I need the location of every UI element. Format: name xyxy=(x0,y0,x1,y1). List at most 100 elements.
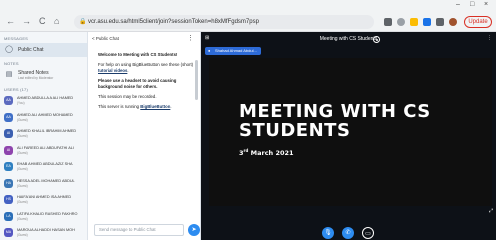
user-list-item[interactable]: MA MAROUA ALHADDI HASAN MOH (Guest) xyxy=(0,226,87,240)
microphone-icon: 🎙 xyxy=(324,230,332,236)
user-list-item[interactable]: HS HAIFA'ANI AHMED ISA AHMED (Guest) xyxy=(0,193,87,210)
user-info: HESSA ADEL MOHAMED ABDUL (Guest) xyxy=(17,177,87,189)
user-info: EHAB AHMED ABDULAZIZ SHA (Guest) xyxy=(17,160,87,172)
share-screen-button[interactable]: ▭ xyxy=(362,227,374,239)
meeting-area: ⊞ Meeting with CS Students ⋮ ● Shahad Ah… xyxy=(201,32,496,240)
user-list-item[interactable]: AI ALI FAREED ALI ABDUFATHI ALI (Guest) xyxy=(0,144,87,161)
send-button[interactable]: ➤ xyxy=(188,224,200,236)
messages-section-title: MESSAGES xyxy=(4,36,29,41)
slide-date: 3rd March 2021 xyxy=(239,148,294,157)
send-icon: ➤ xyxy=(191,227,197,233)
talking-user-name: Shahad Ahmad Abdul... xyxy=(215,48,257,53)
user-info: MAROUA ALHADDI HASAN MOH (Guest) xyxy=(17,226,87,238)
user-info: AHMED ALI AHMED MOHAMED (Guest) xyxy=(17,111,87,123)
public-chat-label: Public Chat xyxy=(18,47,44,53)
user-status: (Guest) xyxy=(17,117,28,122)
chat-options-icon[interactable]: ⋮ xyxy=(187,32,194,46)
shared-notes-item[interactable]: ▤ Shared Notes Last edited by Moderator xyxy=(0,66,87,84)
user-status: (Guest) xyxy=(17,183,28,188)
hide-chat-button[interactable]: < Public Chat xyxy=(92,36,119,41)
help-text: For help on using BigBlueButton see thes… xyxy=(98,62,194,67)
star-icon[interactable] xyxy=(410,18,418,26)
user-info: LATIFA KHALID RASHED FAKHRO (Guest) xyxy=(17,210,87,222)
extension-icon[interactable] xyxy=(423,18,431,26)
puzzle-icon[interactable] xyxy=(436,18,444,26)
meeting-title: Meeting with CS Students xyxy=(319,36,378,42)
phone-icon: ✆ xyxy=(345,230,351,236)
users-section-title: USERS (17) xyxy=(4,87,29,92)
options-menu-icon[interactable]: ⋮ xyxy=(487,35,492,41)
chat-panel: < Public Chat ⋮ Welcome to Meeting with … xyxy=(88,32,201,240)
welcome-message: Welcome to Meeting with CS Students! For… xyxy=(98,52,194,109)
chat-header: < Public Chat ⋮ xyxy=(88,32,200,46)
address-bar[interactable]: 🔒 vcr.asu.edu.sa/html5client/join?sessio… xyxy=(74,15,374,29)
update-button[interactable]: Update xyxy=(464,16,492,28)
presentation-slide: MEETING WITH CS STUDENTS 3rd March 2021 xyxy=(209,58,492,206)
back-button[interactable]: ← xyxy=(6,16,15,27)
page: – □ × ← → C ⌂ 🔒 vcr.asu.edu.sa/html5clie… xyxy=(0,0,496,240)
user-list-item[interactable]: EA EHAB AHMED ABDULAZIZ SHA (Guest) xyxy=(0,160,87,177)
microphone-button[interactable]: 🎙 xyxy=(322,227,334,239)
recorded-text: This session may be recorded. xyxy=(98,94,157,99)
user-list-item[interactable]: HA HESSA ADEL MOHAMED ABDUL (Guest) xyxy=(0,177,87,194)
zoom-icon[interactable] xyxy=(397,18,405,26)
public-chat-item[interactable]: ◯ Public Chat xyxy=(0,43,87,57)
forward-button[interactable]: → xyxy=(22,16,31,27)
slide-date-rest: March 2021 xyxy=(248,149,294,158)
slide-title: MEETING WITH CS STUDENTS xyxy=(239,102,479,140)
user-info: AHMED KHALIL IBRAHIM AHMED (Guest) xyxy=(17,127,87,139)
chat-scrollbar[interactable] xyxy=(195,60,198,100)
user-info: ALI FAREED ALI ABDUFATHI ALI (Guest) xyxy=(17,144,87,156)
talking-indicator: ● Shahad Ahmad Abdul... xyxy=(205,47,261,55)
user-list-item[interactable]: LA LATIFA KHALID RASHED FAKHRO (Guest) xyxy=(0,210,87,227)
avatar: MA xyxy=(4,228,13,237)
bbb-link[interactable]: BigBlueButton xyxy=(140,104,170,109)
maximize-button[interactable]: □ xyxy=(470,1,474,8)
user-status: (Guest) xyxy=(17,216,28,221)
avatar: EA xyxy=(4,162,13,171)
server-text: This server is running xyxy=(98,104,140,109)
avatar: AI xyxy=(4,129,13,138)
shared-notes-subtitle: Last edited by Moderator xyxy=(18,76,54,80)
slide-title-line-2: STUDENTS xyxy=(239,120,351,141)
fullscreen-icon[interactable]: ⤢ xyxy=(489,208,493,214)
user-list-item[interactable]: AA AHMED ABDULLA A ALI HAMED (You) xyxy=(0,94,87,111)
user-list-item[interactable]: AI AHMED KHALIL IBRAHIM AHMED (Guest) xyxy=(0,127,87,144)
profile-avatar-icon[interactable] xyxy=(449,18,457,26)
reload-button[interactable]: C xyxy=(39,16,46,27)
cast-icon[interactable] xyxy=(384,18,392,26)
notes-icon: ▤ xyxy=(5,71,13,78)
user-status: (Guest) xyxy=(17,150,28,155)
user-info: AHMED ABDULLA A ALI HAMED (You) xyxy=(17,94,87,106)
minimize-button[interactable]: – xyxy=(456,1,460,8)
chat-icon: ◯ xyxy=(5,46,13,53)
window-titlebar: – □ × xyxy=(0,0,496,12)
user-status: (Guest) xyxy=(17,233,28,237)
audio-button[interactable]: ✆ xyxy=(342,227,354,239)
microphone-icon: ● xyxy=(208,48,211,53)
user-status: (Guest) xyxy=(17,134,28,138)
headset-text: Please use a headset to avoid causing ba… xyxy=(98,78,177,89)
user-list-item[interactable]: AA AHMED ALI AHMED MOHAMED (Guest) xyxy=(0,111,87,128)
user-info: HAIFA'ANI AHMED ISA AHMED (Guest) xyxy=(17,193,87,205)
user-status: (You) xyxy=(17,101,25,105)
lock-icon: 🔒 xyxy=(79,19,87,25)
record-indicator-icon[interactable] xyxy=(373,36,380,43)
tutorial-link[interactable]: tutorial videos xyxy=(98,68,127,73)
close-window-button[interactable]: × xyxy=(484,1,488,8)
screen-share-icon: ▭ xyxy=(365,231,371,237)
message-input[interactable]: Send message to Public Chat xyxy=(94,224,184,236)
avatar: HS xyxy=(4,195,13,204)
user-status: (Guest) xyxy=(17,200,28,204)
users-list: AA AHMED ABDULLA A ALI HAMED (You) AA AHMED … xyxy=(0,94,87,240)
avatar: AA xyxy=(4,96,13,105)
url-text: vcr.asu.edu.sa/html5client/join?sessionT… xyxy=(88,19,259,25)
slide-title-line-1: MEETING WITH CS xyxy=(239,101,431,122)
home-button[interactable]: ⌂ xyxy=(54,16,59,27)
welcome-title: Welcome to Meeting with CS Students! xyxy=(98,52,178,57)
user-list-panel: MESSAGES ◯ Public Chat NOTES ▤ Shared No… xyxy=(0,32,88,240)
avatar: AA xyxy=(4,112,13,122)
browser-toolbar: ← → C ⌂ 🔒 vcr.asu.edu.sa/html5client/joi… xyxy=(0,12,496,32)
avatar: AI xyxy=(4,145,13,155)
user-name: LATIFA KHALID RASHED FAKHRO xyxy=(17,211,78,216)
